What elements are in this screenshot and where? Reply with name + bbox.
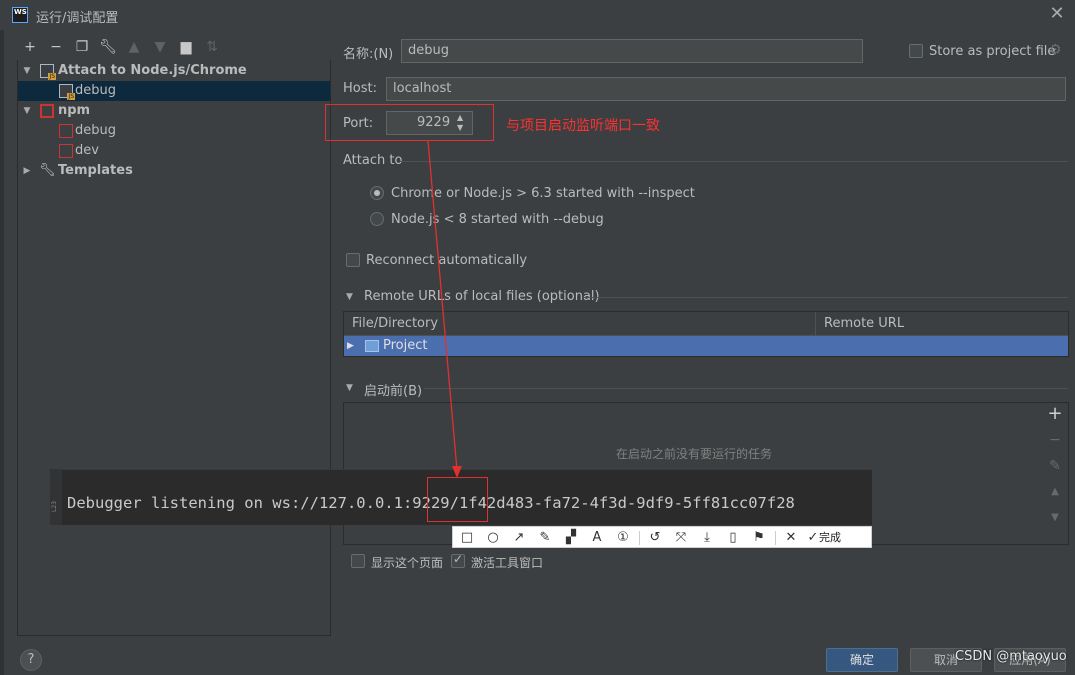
rectangle-icon[interactable]: □ bbox=[457, 528, 477, 548]
text-icon[interactable]: A bbox=[587, 528, 607, 548]
divider bbox=[639, 531, 640, 545]
number-icon[interactable]: ① bbox=[613, 528, 633, 548]
snip-toolbar: □ ○ ↗ ✎ ▞ A ① ↺ ⤧ ⤓ ▯ ⚑ ✕ ✓ 完成 bbox=[452, 526, 872, 548]
snip-done-label[interactable]: 完成 bbox=[819, 528, 841, 548]
undo-icon[interactable]: ↺ bbox=[645, 528, 665, 548]
annotation-arrow bbox=[427, 140, 462, 478]
watermark: CSDN @mtaoyuo bbox=[955, 649, 1067, 664]
phone-icon[interactable]: ▯ bbox=[723, 528, 743, 548]
help-button[interactable]: ? bbox=[20, 649, 42, 671]
download-icon[interactable]: ⤓ bbox=[697, 528, 717, 548]
ok-button[interactable]: 确定 bbox=[826, 648, 898, 672]
circle-icon[interactable]: ○ bbox=[483, 528, 503, 548]
mosaic-icon[interactable]: ▞ bbox=[561, 528, 581, 548]
divider bbox=[775, 531, 776, 545]
arrow-icon[interactable]: ↗ bbox=[509, 528, 529, 548]
pen-icon[interactable]: ✎ bbox=[535, 528, 555, 548]
close-icon[interactable]: ✕ bbox=[781, 528, 801, 548]
run-debug-config-dialog: WS 运行/调试配置 ✕ + − ❐ 🔧︎ ▲ ▼ ▆ ⇅ ▼ Attach t… bbox=[0, 0, 1075, 675]
pin-icon[interactable]: ⚑ bbox=[749, 528, 769, 548]
crop-icon[interactable]: ⤧ bbox=[671, 528, 691, 548]
